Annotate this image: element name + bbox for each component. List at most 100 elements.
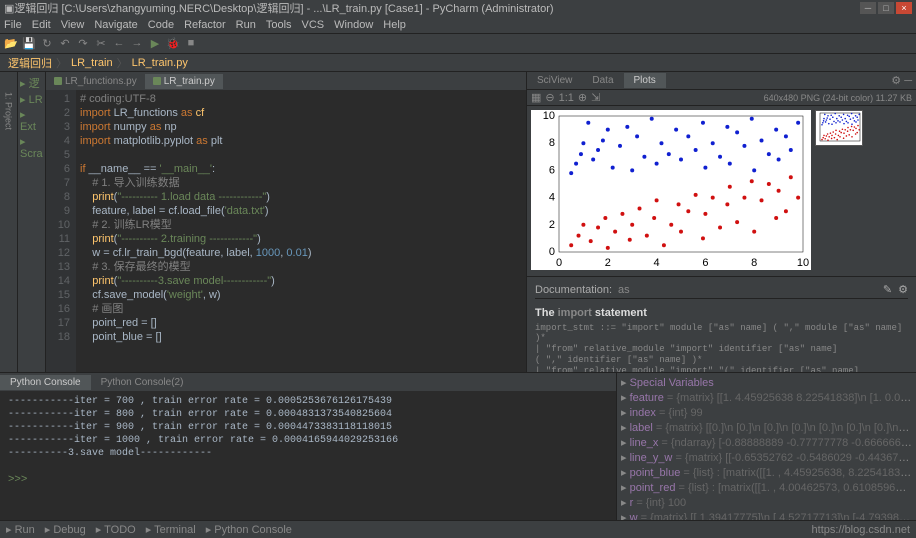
doc-title: The import statement	[535, 303, 908, 319]
grid-icon[interactable]: ▦	[531, 91, 541, 104]
variable-row[interactable]: ▸ line_x = {ndarray} [-0.88888889 -0.777…	[619, 435, 914, 450]
editor-tabs: LR_functions.pyLR_train.py	[46, 72, 526, 90]
plot-area: 00224466881010	[527, 106, 916, 276]
run-icon[interactable]: ▶	[148, 37, 162, 51]
menu-view[interactable]: View	[61, 19, 85, 31]
watermark: https://blog.csdn.net	[812, 524, 910, 536]
status-item-terminal[interactable]: ▸ Terminal	[146, 523, 196, 536]
editor-pane: LR_functions.pyLR_train.py 1234567891011…	[46, 72, 526, 372]
menu-tools[interactable]: Tools	[266, 19, 292, 31]
refresh-icon[interactable]: ↻	[40, 37, 54, 51]
sciview-pane: SciViewDataPlots ⚙ ─ ▦ ⊖ 1:1 ⊕ ⇲ 640x480 …	[526, 72, 916, 372]
svg-text:6: 6	[702, 257, 708, 269]
line-gutter: 123456789101112131415161718	[46, 90, 76, 372]
open-icon[interactable]: 📂	[4, 37, 18, 51]
doc-grammar-line: | "from" relative_module "import" "(" id…	[535, 366, 908, 372]
documentation-panel: Documentation: as ✎ ⚙ The import stateme…	[527, 276, 916, 372]
undo-icon[interactable]: ↶	[58, 37, 72, 51]
breadcrumb: 逻辑回归〉LR_train〉LR_train.py	[0, 54, 916, 72]
menu-window[interactable]: Window	[334, 19, 373, 31]
close-button[interactable]: ×	[896, 2, 912, 14]
gear-icon[interactable]: ⚙	[898, 283, 908, 296]
project-tool-button[interactable]: 1: Project	[4, 92, 14, 130]
svg-text:2: 2	[549, 219, 555, 231]
editor-tab[interactable]: LR_train.py	[145, 74, 223, 89]
menu-edit[interactable]: Edit	[32, 19, 51, 31]
svg-text:6: 6	[549, 164, 555, 176]
stop-icon[interactable]: ■	[184, 37, 198, 51]
svg-text:2: 2	[605, 257, 611, 269]
menu-refactor[interactable]: Refactor	[184, 19, 226, 31]
svg-text:8: 8	[549, 137, 555, 149]
back-icon[interactable]: ←	[112, 37, 126, 51]
sciview-tab-plots[interactable]: Plots	[624, 73, 666, 88]
variable-row[interactable]: ▸ point_blue = {list} : [matrix([[1. , 4…	[619, 465, 914, 480]
code-area[interactable]: # coding:UTF-8 import LR_functions as cf…	[76, 90, 526, 372]
save-icon[interactable]: 💾	[22, 37, 36, 51]
doc-grammar-line: | "from" relative_module "import" identi…	[535, 344, 908, 354]
title-bar: ▣ 逻辑回归 [C:\Users\zhangyuming.NERC\Deskto…	[0, 0, 916, 16]
debug-icon[interactable]: 🐞	[166, 37, 180, 51]
doc-grammar-line: import_stmt ::= "import" module ["as" na…	[535, 323, 908, 343]
breadcrumb-item[interactable]: LR_train.py	[132, 57, 188, 69]
zoom-out-icon[interactable]: ⊖	[545, 91, 554, 104]
status-item-run[interactable]: ▸ Run	[6, 523, 35, 536]
cut-icon[interactable]: ✂	[94, 37, 108, 51]
svg-text:10: 10	[797, 257, 809, 269]
variable-row[interactable]: ▸ Special Variables	[619, 375, 914, 390]
plot-thumbnail[interactable]	[815, 110, 863, 146]
zoom-in-icon[interactable]: ⊕	[578, 91, 587, 104]
menu-help[interactable]: Help	[383, 19, 406, 31]
console-tab[interactable]: Python Console(2)	[91, 375, 194, 390]
menu-run[interactable]: Run	[236, 19, 256, 31]
project-tree[interactable]: ▸ 逻▸ LR▸ Ext▸ Scra	[18, 72, 46, 372]
menu-bar: File Edit View Navigate Code Refactor Run Tools…	[0, 16, 916, 34]
status-item-debug[interactable]: ▸ Debug	[45, 523, 86, 536]
console-tab[interactable]: Python Console	[0, 375, 91, 390]
console-tabs: Python ConsolePython Console(2)	[0, 373, 616, 391]
plot-meta: 640x480 PNG (24-bit color) 11.27 KB	[764, 93, 912, 103]
variable-row[interactable]: ▸ line_y_w = {matrix} [[-0.65352762 -0.5…	[619, 450, 914, 465]
editor-tab[interactable]: LR_functions.py	[46, 74, 145, 89]
sciview-tab-data[interactable]: Data	[582, 73, 623, 88]
gear-icon[interactable]: ⚙ ─	[891, 74, 916, 87]
redo-icon[interactable]: ↷	[76, 37, 90, 51]
forward-icon[interactable]: →	[130, 37, 144, 51]
doc-grammar-line: ( "," identifier ["as" name] )*	[535, 355, 908, 365]
zoom-label: 1:1	[559, 92, 574, 104]
svg-text:4: 4	[549, 192, 555, 204]
edit-icon[interactable]: ✎	[883, 283, 892, 296]
menu-file[interactable]: File	[4, 19, 22, 31]
console-pane: Python ConsolePython Console(2) --------…	[0, 373, 616, 520]
console-output[interactable]: -----------iter = 700 , train error rate…	[0, 391, 616, 520]
svg-text:0: 0	[549, 246, 555, 258]
variable-row[interactable]: ▸ label = {matrix} [[0.]\n [0.]\n [0.]\n…	[619, 420, 914, 435]
sciview-tabs: SciViewDataPlots ⚙ ─	[527, 72, 916, 90]
breadcrumb-item[interactable]: 逻辑回归	[8, 55, 52, 71]
menu-navigate[interactable]: Navigate	[94, 19, 137, 31]
svg-text:10: 10	[543, 110, 555, 122]
toolbar: 📂 💾 ↻ ↶ ↷ ✂ ← → ▶ 🐞 ■	[0, 34, 916, 54]
menu-code[interactable]: Code	[148, 19, 174, 31]
variable-row[interactable]: ▸ feature = {matrix} [[1. 4.45925638 8.2…	[619, 390, 914, 405]
variable-row[interactable]: ▸ point_red = {list} : [matrix([[1. , 4.…	[619, 480, 914, 495]
variable-row[interactable]: ▸ r = {int} 100	[619, 495, 914, 510]
status-bar: ▸ Run ▸ Debug ▸ TODO ▸ Terminal ▸ Python Con…	[0, 520, 916, 538]
variables-pane[interactable]: ▸ Special Variables ▸ feature = {matrix}…	[616, 373, 916, 520]
maximize-button[interactable]: □	[878, 2, 894, 14]
menu-vcs[interactable]: VCS	[302, 19, 325, 31]
svg-text:8: 8	[751, 257, 757, 269]
doc-symbol: as	[618, 284, 630, 296]
sciview-tab-sciview[interactable]: SciView	[527, 73, 582, 88]
main-plot[interactable]: 00224466881010	[531, 110, 811, 270]
window-title: 逻辑回归 [C:\Users\zhangyuming.NERC\Desktop\…	[14, 0, 553, 16]
variable-row[interactable]: ▸ index = {int} 99	[619, 405, 914, 420]
variable-row[interactable]: ▸ w = {matrix} [[ 1.39417775]\n [ 4.5271…	[619, 510, 914, 520]
minimize-button[interactable]: ─	[860, 2, 876, 14]
breadcrumb-item[interactable]: LR_train	[71, 57, 113, 69]
status-item-todo[interactable]: ▸ TODO	[96, 523, 136, 536]
export-icon[interactable]: ⇲	[591, 91, 600, 104]
status-item-python-console[interactable]: ▸ Python Console	[206, 523, 292, 536]
svg-text:0: 0	[556, 257, 562, 269]
left-tool-stripe: 1: Project	[0, 72, 18, 372]
